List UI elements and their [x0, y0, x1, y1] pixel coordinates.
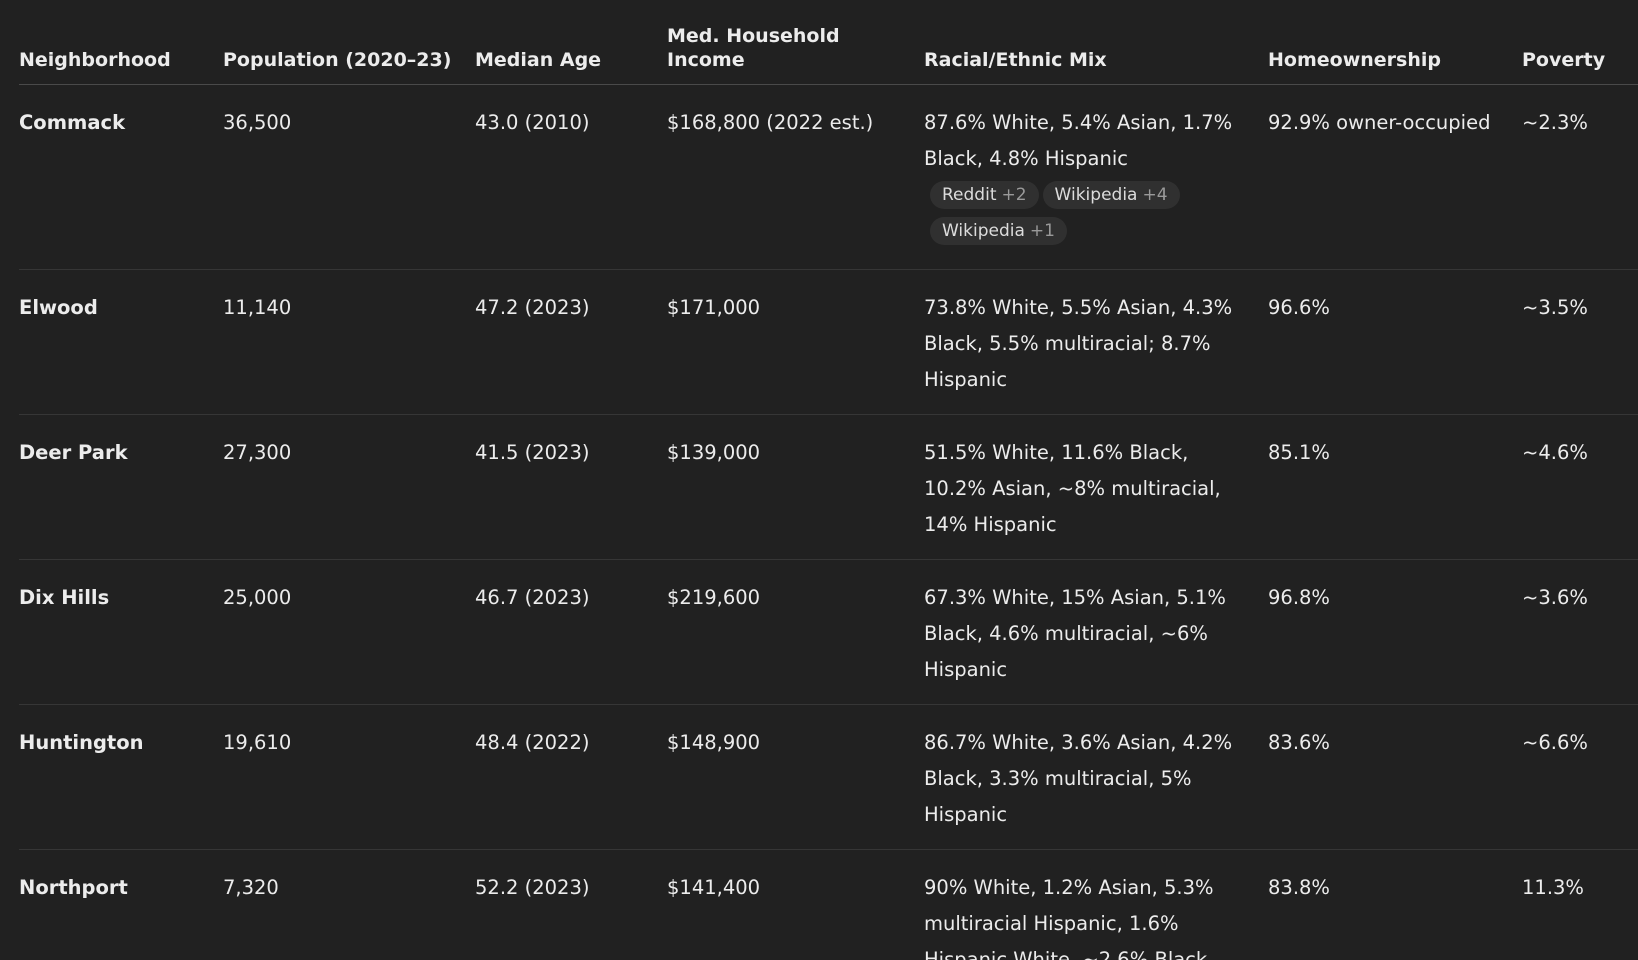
- table-row: Huntington 19,610 48.4 (2022) $148,900 8…: [19, 704, 1638, 850]
- cell-racial-mix: 67.3% White, 15% Asian, 5.1% Black, 4.6%…: [924, 559, 1268, 705]
- header-median-age: Median Age: [475, 0, 667, 85]
- cell-median-age: 43.0 (2010): [475, 84, 667, 270]
- cell-homeownership: 83.6%: [1268, 704, 1522, 850]
- header-poverty: Poverty: [1522, 0, 1638, 85]
- cell-neighborhood: Elwood: [19, 269, 223, 415]
- cell-population: 25,000: [223, 559, 475, 705]
- table-row: Dix Hills 25,000 46.7 (2023) $219,600 67…: [19, 559, 1638, 705]
- cell-racial-mix: 90% White, 1.2% Asian, 5.3% multiracial …: [924, 876, 1214, 960]
- cell-homeownership: 96.6%: [1268, 269, 1522, 415]
- cell-poverty: 11.3%: [1522, 876, 1584, 899]
- source-badge-label: Reddit: [942, 185, 997, 205]
- source-badges: Reddit +2 Wikipedia +4 Wikipedia +1: [930, 181, 1254, 253]
- racial-mix-text: 87.6% White, 5.4% Asian, 1.7% Black, 4.8…: [924, 111, 1233, 170]
- cell-median-age: 47.2 (2023): [475, 269, 667, 415]
- cell-neighborhood: Commack: [19, 84, 223, 270]
- cell-poverty: ~6.6%: [1522, 704, 1638, 850]
- cell-racial-mix: 73.8% White, 5.5% Asian, 4.3% Black, 5.5…: [924, 269, 1268, 415]
- header-racial-mix: Racial/Ethnic Mix: [924, 0, 1268, 85]
- cell-income: $148,900: [667, 704, 924, 850]
- cell-racial-mix: 51.5% White, 11.6% Black, 10.2% Asian, ~…: [924, 414, 1268, 560]
- cell-neighborhood: Northport: [19, 876, 128, 899]
- cell-income: $219,600: [667, 559, 924, 705]
- cell-income: $168,800 (2022 est.): [667, 84, 924, 270]
- cell-population: 19,610: [223, 704, 475, 850]
- source-badge-count: +1: [1029, 221, 1055, 241]
- cell-racial-mix: 87.6% White, 5.4% Asian, 1.7% Black, 4.8…: [924, 84, 1268, 270]
- cell-homeownership: 92.9% owner-occupied: [1268, 84, 1522, 270]
- header-neighborhood: Neighborhood: [19, 0, 223, 85]
- source-badge-wikipedia[interactable]: Wikipedia +1: [930, 217, 1067, 245]
- cell-population: 27,300: [223, 414, 475, 560]
- cell-neighborhood: Deer Park: [19, 414, 223, 560]
- demographics-table: Neighborhood Population (2020–23) Median…: [19, 0, 1638, 960]
- table-row: Deer Park 27,300 41.5 (2023) $139,000 51…: [19, 414, 1638, 560]
- cell-income: $171,000: [667, 269, 924, 415]
- cell-population: 11,140: [223, 269, 475, 415]
- source-badge-label: Wikipedia: [942, 221, 1025, 241]
- cell-poverty: ~4.6%: [1522, 414, 1638, 560]
- cell-population: 7,320: [223, 876, 279, 899]
- cell-poverty: ~3.5%: [1522, 269, 1638, 415]
- cell-income: $139,000: [667, 414, 924, 560]
- cell-homeownership: 85.1%: [1268, 414, 1522, 560]
- source-badge-wikipedia[interactable]: Wikipedia +4: [1042, 181, 1180, 209]
- cell-population: 36,500: [223, 84, 475, 270]
- cell-median-age: 41.5 (2023): [475, 414, 667, 560]
- source-badge-label: Wikipedia: [1054, 185, 1138, 205]
- source-badge-reddit[interactable]: Reddit +2: [930, 181, 1039, 209]
- table-row: Elwood 11,140 47.2 (2023) $171,000 73.8%…: [19, 269, 1638, 415]
- cell-poverty: ~2.3%: [1522, 84, 1638, 270]
- cell-median-age: 52.2 (2023): [475, 876, 590, 899]
- cell-income: $141,400: [667, 876, 761, 899]
- header-population: Population (2020–23): [223, 0, 475, 85]
- demographics-table-container: Neighborhood Population (2020–23) Median…: [19, 0, 1638, 960]
- cell-median-age: 48.4 (2022): [475, 704, 667, 850]
- cell-poverty: ~3.6%: [1522, 559, 1638, 705]
- source-badge-count: +4: [1142, 185, 1168, 205]
- cell-homeownership: 96.8%: [1268, 559, 1522, 705]
- table-row: Commack 36,500 43.0 (2010) $168,800 (202…: [19, 84, 1638, 270]
- cell-neighborhood: Dix Hills: [19, 559, 223, 705]
- table-header: Neighborhood Population (2020–23) Median…: [19, 0, 1638, 85]
- header-income: Med. Household Income: [667, 0, 924, 85]
- source-badge-count: +2: [1001, 185, 1027, 205]
- cell-homeownership: 83.8%: [1268, 876, 1330, 899]
- header-row: Neighborhood Population (2020–23) Median…: [19, 0, 1638, 85]
- cell-median-age: 46.7 (2023): [475, 559, 667, 705]
- cell-racial-mix: 86.7% White, 3.6% Asian, 4.2% Black, 3.3…: [924, 704, 1268, 850]
- cell-neighborhood: Huntington: [19, 704, 223, 850]
- table-body: Commack 36,500 43.0 (2010) $168,800 (202…: [19, 84, 1638, 960]
- table-row: Northport 7,320 52.2 (2023) $141,400 90%…: [19, 850, 1638, 960]
- header-homeownership: Homeownership: [1268, 0, 1522, 85]
